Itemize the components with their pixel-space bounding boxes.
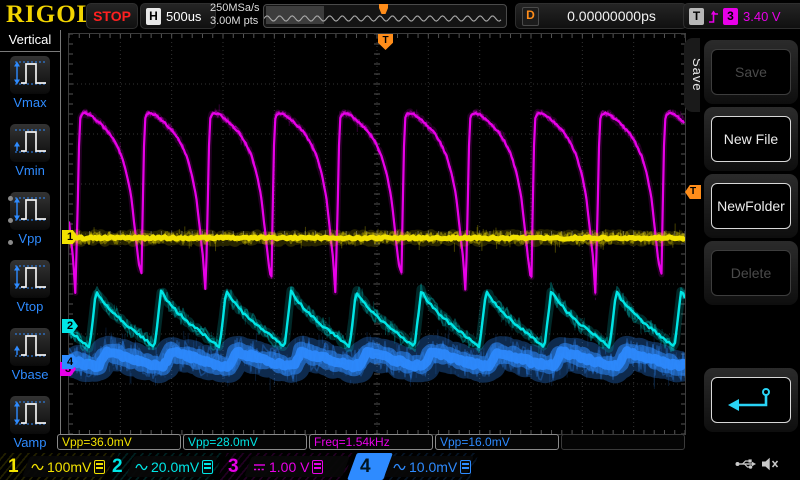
- waveform-display-area: [68, 33, 686, 435]
- vertical-menu-item-label: Vmin: [0, 163, 60, 178]
- vertical-menu-item-label: Vtop: [0, 299, 60, 314]
- horizontal-badge: H: [146, 8, 161, 25]
- delete-button[interactable]: Delete: [711, 250, 791, 296]
- measurement-slot-3[interactable]: Freq=1.54kHz: [309, 434, 433, 450]
- newfolder-button[interactable]: NewFolder: [711, 183, 791, 229]
- trigger-badge: T: [689, 8, 704, 25]
- horizontal-timebase-box[interactable]: H 500us: [140, 3, 216, 29]
- trigger-delay-box[interactable]: D 0.00000000ps: [515, 3, 687, 29]
- save-menu: Save New File NewFolder Delete: [700, 30, 800, 447]
- page-indicator-dot: [8, 218, 13, 223]
- save-button[interactable]: Save: [711, 49, 791, 95]
- vertical-menu-item-vamp[interactable]: Vamp: [0, 395, 60, 460]
- trigger-source-badge: 3: [723, 8, 738, 25]
- usb-icon: [734, 457, 758, 471]
- channel2-number[interactable]: 2: [112, 454, 123, 479]
- delay-badge: D: [522, 7, 539, 26]
- vertical-menu-item-vbase[interactable]: Vbase: [0, 327, 60, 392]
- channel-scale-value: 100mV: [47, 459, 91, 475]
- rising-edge-icon: [707, 8, 720, 25]
- trigger-level-value: 3.40 V: [743, 9, 781, 24]
- bandwidth-limit-icon: [202, 460, 213, 474]
- vmin-icon: [9, 123, 51, 163]
- measurement-slot-5[interactable]: [561, 434, 685, 450]
- channel1-number[interactable]: 1: [8, 454, 19, 479]
- vertical-menu-item-vtop[interactable]: Vtop: [0, 259, 60, 324]
- preview-trigger-marker: [264, 4, 504, 16]
- vertical-menu-item-label: Vbase: [0, 367, 60, 382]
- menu-slot: Delete: [704, 241, 798, 305]
- channel4-scale-readout: 10.0mV: [393, 456, 471, 477]
- dc-coupling-icon: [253, 462, 266, 472]
- menu-slot: New File: [704, 107, 798, 171]
- timebase-value: 500us: [166, 9, 201, 24]
- new-file-button[interactable]: New File: [711, 116, 791, 162]
- ac-coupling-icon: [135, 462, 148, 472]
- page-indicator-dot: [8, 240, 13, 245]
- vpp-icon: [9, 191, 51, 231]
- measurement-readout-bar: Vpp=36.0mVVpp=28.0mVFreq=1.54kHzVpp=16.0…: [57, 434, 685, 452]
- speaker-muted-icon: [760, 456, 779, 472]
- trigger-level-marker[interactable]: T: [685, 185, 701, 199]
- menu-title: Vertical: [0, 30, 60, 52]
- bandwidth-limit-icon: [460, 460, 471, 474]
- channel3-number[interactable]: 3: [228, 454, 239, 479]
- channel1-scale-readout: 100mV: [31, 456, 105, 477]
- menu-slot: Save: [704, 40, 798, 104]
- bandwidth-limit-icon: [312, 460, 323, 474]
- measurement-slot-1[interactable]: Vpp=36.0mV: [57, 434, 181, 450]
- memory-depth: 3.00M pts: [210, 15, 260, 28]
- menu-slot: [704, 368, 798, 432]
- trigger-info-box[interactable]: T 3 3.40 V: [683, 3, 800, 29]
- ac-coupling-icon: [31, 462, 44, 472]
- channel3-scale-readout: 1.00 V: [253, 456, 323, 477]
- waveform-preview-bar: [263, 4, 507, 28]
- delay-value: 0.00000000ps: [543, 8, 680, 24]
- return-arrow-icon: [720, 385, 782, 415]
- waveform-plot: [69, 34, 685, 434]
- vertical-menu-item-vmax[interactable]: Vmax: [0, 55, 60, 120]
- page-indicator-dot: [8, 196, 13, 201]
- rigol-logo: RIGOL: [6, 1, 94, 29]
- vtop-icon: [9, 259, 51, 299]
- vertical-menu-item-vmin[interactable]: Vmin: [0, 123, 60, 188]
- vertical-measure-menu: Vertical VmaxVminVppVtopVbaseVamp: [0, 30, 61, 447]
- channel-scale-value: 20.0mV: [151, 459, 199, 475]
- bandwidth-limit-icon: [94, 460, 105, 474]
- channel4-number[interactable]: 4: [360, 454, 371, 479]
- oscilloscope-screen: { "topbar": { "logo": "RIGOL", "run_stat…: [0, 0, 800, 480]
- vmax-icon: [9, 55, 51, 95]
- return-button[interactable]: [711, 377, 791, 423]
- acquisition-info: 250MSa/s 3.00M pts: [210, 2, 260, 28]
- vertical-menu-item-label: Vamp: [0, 435, 60, 450]
- channel-scale-value: 1.00 V: [269, 459, 309, 475]
- vertical-menu-item-label: Vmax: [0, 95, 60, 110]
- channel-status-bar: 1 100mV 2 20.0mV 3 1.00 V 4 10.0mV: [0, 453, 800, 480]
- vbase-icon: [9, 327, 51, 367]
- vamp-icon: [9, 395, 51, 435]
- measurement-slot-4[interactable]: Vpp=16.0mV: [435, 434, 559, 450]
- channel-scale-value: 10.0mV: [409, 459, 457, 475]
- ac-coupling-icon: [393, 462, 406, 472]
- sample-rate: 250MSa/s: [210, 2, 260, 15]
- measurement-slot-2[interactable]: Vpp=28.0mV: [183, 434, 307, 450]
- menu-slot: NewFolder: [704, 174, 798, 238]
- run-state-indicator[interactable]: STOP: [86, 3, 138, 29]
- channel2-scale-readout: 20.0mV: [135, 456, 213, 477]
